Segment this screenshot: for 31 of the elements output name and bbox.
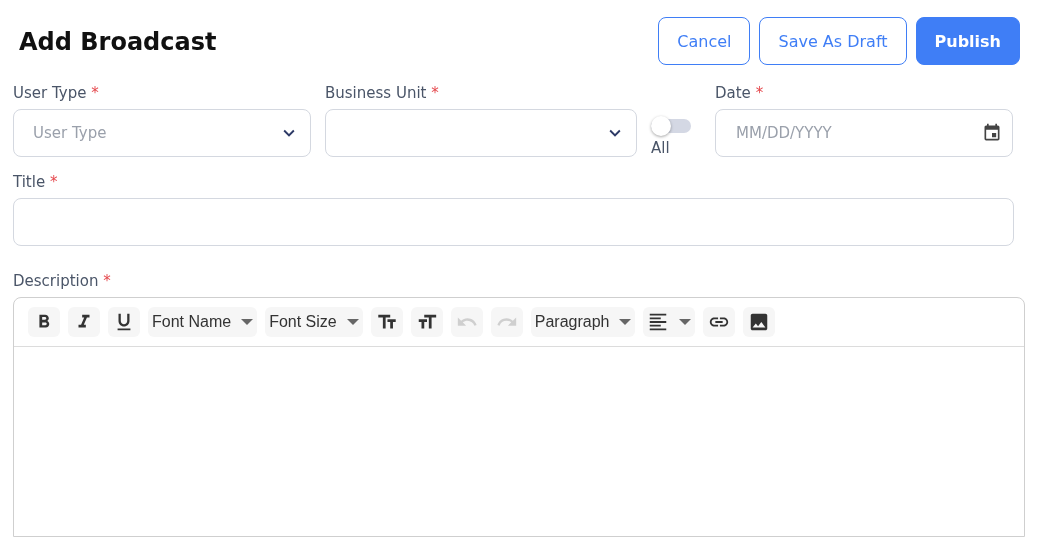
field-label: Business Unit * <box>325 84 440 102</box>
date-field[interactable]: MM/DD/YYYY <box>715 109 1013 157</box>
outline-button[interactable]: Save As Draft <box>759 17 907 65</box>
underline-icon[interactable] <box>108 307 140 337</box>
all-toggle[interactable] <box>651 119 691 133</box>
title-field[interactable] <box>13 198 1014 246</box>
toolbar-dropdown[interactable]: Paragraph <box>530 307 636 337</box>
bold-icon[interactable] <box>28 307 60 337</box>
link-icon[interactable] <box>703 307 736 337</box>
caret-icon <box>346 319 359 325</box>
caret-icon <box>679 319 692 325</box>
rich-text-editor[interactable]: Font Name Font Size Paragraph <box>13 297 1025 537</box>
calendar-icon <box>982 123 1002 143</box>
toolbar-dropdown[interactable]: Font Size <box>265 307 363 337</box>
toggle-label: All <box>651 139 670 157</box>
italic-icon[interactable] <box>68 307 100 337</box>
user-type-select[interactable]: User Type <box>13 109 311 157</box>
outline-button[interactable]: Cancel <box>658 17 751 65</box>
page-title: Add Broadcast <box>19 28 217 56</box>
toolbar-dropdown[interactable]: Font Name <box>148 307 258 337</box>
font-size-icon[interactable] <box>410 307 443 337</box>
caret-icon <box>241 319 254 325</box>
text-size-icon[interactable] <box>370 307 403 337</box>
field-label: Description * <box>13 272 112 290</box>
align-dropdown[interactable] <box>643 307 696 337</box>
caret-icon <box>619 319 632 325</box>
publish-button[interactable]: Publish <box>915 17 1020 65</box>
field-label: Title * <box>13 173 59 191</box>
field-label: User Type * <box>13 84 100 102</box>
field-label: Date * <box>715 84 765 102</box>
image-icon[interactable] <box>743 307 776 337</box>
